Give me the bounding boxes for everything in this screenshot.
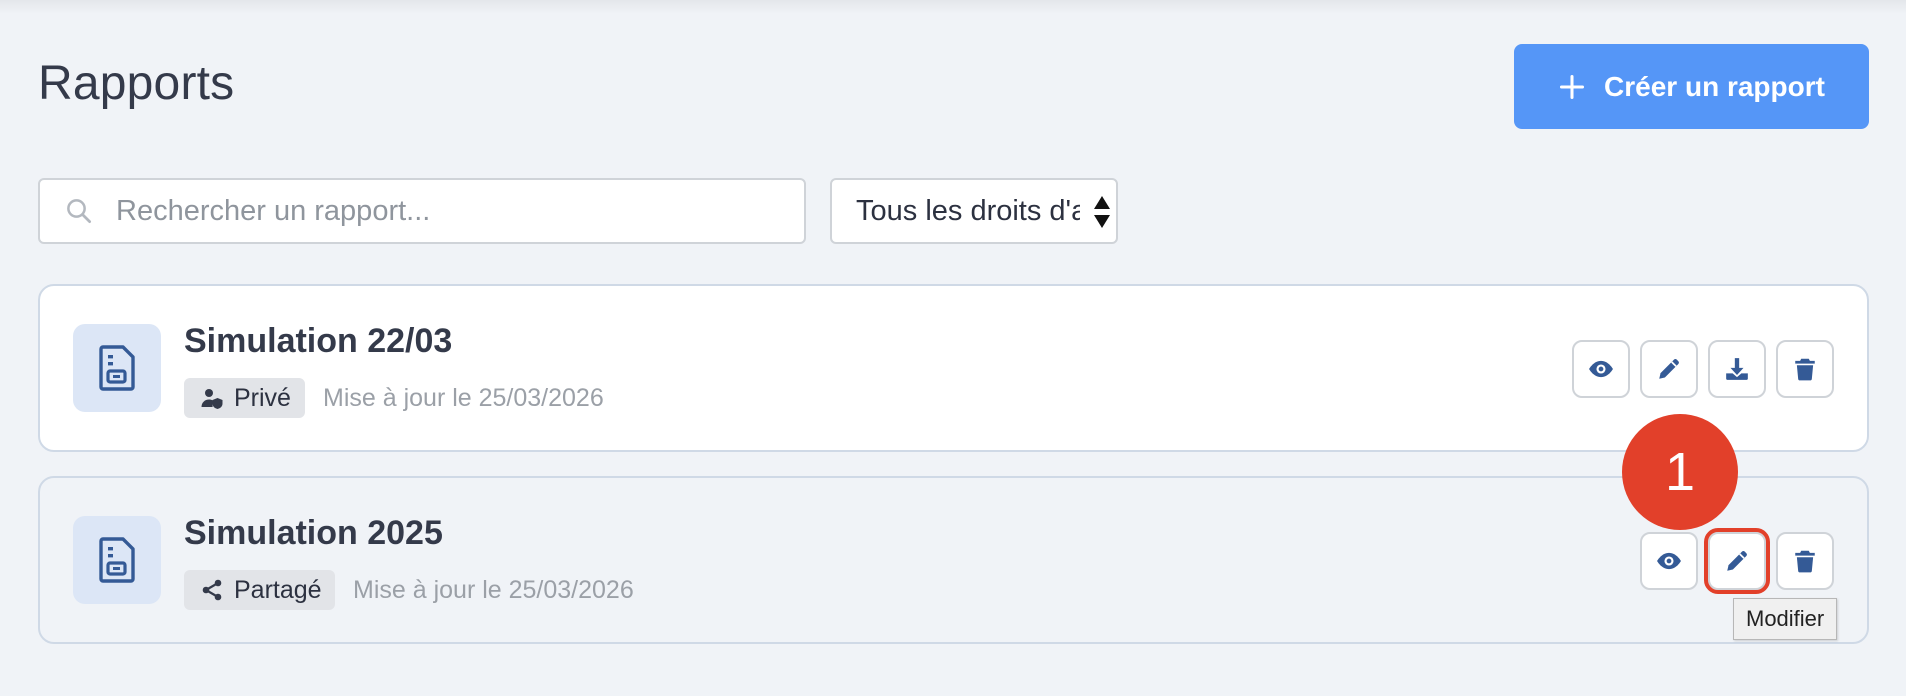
access-rights-select[interactable]: Tous les droits d'a xyxy=(830,178,1118,244)
delete-button[interactable] xyxy=(1776,340,1834,398)
download-icon xyxy=(1726,358,1748,380)
step-marker: 1 xyxy=(1622,414,1738,530)
report-actions xyxy=(1572,340,1834,398)
report-title: Simulation 22/03 xyxy=(184,322,453,360)
search-icon xyxy=(64,196,94,226)
trash-icon xyxy=(1795,550,1815,573)
select-arrows-icon xyxy=(1092,194,1112,230)
updated-date: Mise à jour le 25/03/2026 xyxy=(323,384,604,412)
access-label: Privé xyxy=(234,383,291,412)
delete-button[interactable] xyxy=(1776,532,1834,590)
report-card[interactable]: Simulation 22/03 Privé Mise à jour le 25… xyxy=(38,284,1869,452)
search-field[interactable] xyxy=(38,178,806,244)
report-title: Simulation 2025 xyxy=(184,514,443,552)
access-badge: Privé xyxy=(184,378,305,418)
share-icon xyxy=(200,578,224,602)
search-input[interactable] xyxy=(114,193,758,229)
report-actions xyxy=(1640,528,1834,594)
eye-icon xyxy=(1589,360,1613,378)
user-shield-icon xyxy=(200,386,224,410)
access-badge: Partagé xyxy=(184,570,335,610)
updated-date: Mise à jour le 25/03/2026 xyxy=(353,576,634,604)
report-card[interactable]: Simulation 2025 Partagé Mise à jour le 2… xyxy=(38,476,1869,644)
page-title: Rapports xyxy=(38,57,235,110)
eye-icon xyxy=(1657,552,1681,570)
plus-icon xyxy=(1558,73,1586,101)
report-document-icon xyxy=(73,324,161,412)
pencil-icon xyxy=(1659,359,1679,379)
download-button[interactable] xyxy=(1708,340,1766,398)
view-button[interactable] xyxy=(1640,532,1698,590)
top-shadow xyxy=(0,0,1906,14)
report-document-icon xyxy=(73,516,161,604)
access-rights-selected: Tous les droits d'a xyxy=(856,194,1080,227)
create-report-button[interactable]: Créer un rapport xyxy=(1514,44,1869,129)
edit-button[interactable] xyxy=(1640,340,1698,398)
trash-icon xyxy=(1795,358,1815,381)
view-button[interactable] xyxy=(1572,340,1630,398)
access-label: Partagé xyxy=(234,575,322,604)
edit-tooltip: Modifier xyxy=(1733,598,1838,640)
create-report-label: Créer un rapport xyxy=(1604,70,1825,102)
pencil-icon xyxy=(1727,551,1747,571)
edit-button[interactable] xyxy=(1704,528,1770,594)
